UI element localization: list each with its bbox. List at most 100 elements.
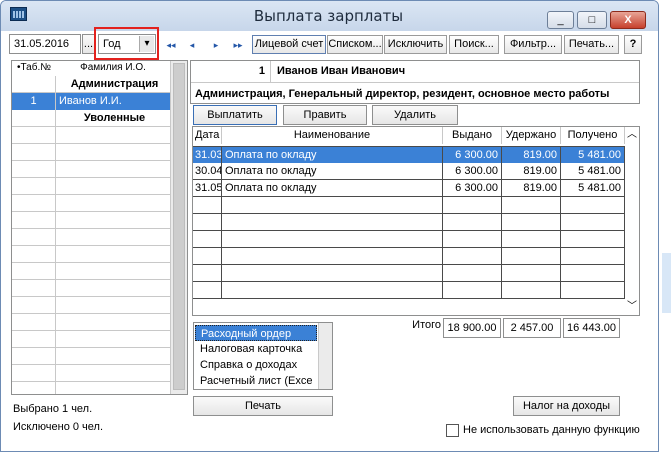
cell-date: 30.04	[195, 163, 222, 179]
cell-name: Оплата по окладу	[222, 180, 443, 196]
income-tax-button[interactable]: Налог на доходы	[513, 396, 620, 416]
empty-row	[193, 265, 625, 282]
group-label-admin: Администрация	[70, 78, 159, 90]
date-input[interactable]: 31.05.2016	[9, 34, 81, 54]
total-label: Итого	[412, 319, 441, 331]
close-button[interactable]: X	[610, 11, 646, 29]
table-row[interactable]: 31.03 Оплата по окладу 6 300.00 819.00 5…	[193, 146, 625, 163]
column-header-name[interactable]: Наименование	[222, 127, 443, 144]
empty-row	[12, 348, 170, 365]
list-item[interactable]: Налоговая карточка	[195, 341, 317, 357]
list-cell-tab: 1	[12, 93, 56, 110]
list-item-selected[interactable]: 1 Иванов И.И.	[12, 93, 170, 110]
employee-tab-number: 1	[191, 61, 271, 82]
cell-date: 31.03	[193, 147, 222, 163]
personal-account-button[interactable]: Лицевой счет	[252, 35, 326, 54]
empty-row	[12, 246, 170, 263]
list-group-row[interactable]: Уволенные	[12, 110, 170, 127]
empty-row	[12, 297, 170, 314]
report-list[interactable]: Расходный ордер Налоговая карточка Справ…	[193, 322, 333, 390]
background-strip	[659, 0, 671, 461]
exclude-button[interactable]: Исключить	[384, 35, 447, 54]
filter-button[interactable]: Фильтр...	[504, 35, 562, 54]
report-list-scrollbar[interactable]	[318, 323, 332, 389]
list-item[interactable]: Справка о доходах	[195, 357, 317, 373]
help-button[interactable]: ?	[624, 35, 642, 54]
chevron-up-icon[interactable]: ︿	[625, 127, 639, 144]
column-header-received[interactable]: Получено	[561, 127, 625, 144]
table-row[interactable]: 30.04 Оплата по окладу 6 300.00 819.00 5…	[193, 163, 625, 180]
column-header-name[interactable]: Фамилия И.О.	[56, 61, 170, 75]
payments-table[interactable]: Дата Наименование Выдано Удержано Получе…	[192, 126, 640, 316]
list-item[interactable]: Расходный ордер	[195, 325, 317, 341]
cell-received: 5 481.00	[561, 147, 625, 163]
total-received: 16 443.00	[563, 318, 620, 338]
first-record-icon[interactable]: ◂◂	[164, 37, 178, 53]
empty-row	[12, 161, 170, 178]
disable-checkbox[interactable]	[446, 424, 459, 437]
cell-name: Оплата по окладу	[222, 163, 443, 179]
empty-row	[193, 282, 625, 299]
list-item[interactable]: Расчетный лист (Exce	[195, 373, 317, 389]
last-record-icon[interactable]: ▸▸	[231, 37, 245, 53]
edit-button[interactable]: Править	[283, 105, 367, 125]
employee-card: 1 Иванов Иван Иванович Администрация, Ге…	[190, 60, 640, 104]
empty-row	[12, 212, 170, 229]
print-button[interactable]: Печать	[193, 396, 333, 416]
column-header-issued[interactable]: Выдано	[443, 127, 502, 144]
print-menu-button[interactable]: Печать...	[564, 35, 619, 54]
empty-row	[12, 331, 170, 348]
cell-issued: 6 300.00	[443, 180, 502, 196]
background-accent	[662, 253, 671, 313]
list-cell-name: Иванов И.И.	[56, 93, 170, 110]
list-cell-tab	[12, 76, 56, 93]
cell-date: 31.05	[195, 180, 222, 196]
total-issued: 18 900.00	[443, 318, 501, 338]
delete-button[interactable]: Удалить	[372, 105, 458, 125]
empty-row	[193, 214, 625, 231]
cell-withheld: 819.00	[502, 147, 561, 163]
list-cell-tab	[12, 110, 56, 127]
employee-header-row: 1 Иванов Иван Иванович	[191, 61, 639, 83]
cell-received: 5 481.00	[561, 163, 625, 179]
empty-row	[12, 382, 170, 394]
list-group-row[interactable]: Администрация	[12, 76, 170, 93]
next-record-icon[interactable]: ▸	[209, 37, 223, 53]
empty-row	[193, 231, 625, 248]
total-withheld: 2 457.00	[503, 318, 561, 338]
prev-record-icon[interactable]: ◂	[185, 37, 199, 53]
left-scrollbar[interactable]	[170, 61, 187, 394]
cell-issued: 6 300.00	[443, 163, 502, 179]
column-header-withheld[interactable]: Удержано	[502, 127, 561, 144]
maximize-button[interactable]: □	[577, 11, 607, 29]
empty-row	[12, 314, 170, 331]
cell-withheld: 819.00	[502, 163, 561, 179]
employee-details: Администрация, Генеральный директор, рез…	[195, 88, 610, 100]
cell-name: Оплата по окладу	[222, 147, 443, 163]
column-header-date[interactable]: Дата	[193, 127, 222, 144]
empty-row	[12, 178, 170, 195]
pay-button[interactable]: Выплатить	[193, 105, 277, 125]
employee-name: Иванов Иван Иванович	[277, 65, 406, 77]
table-row[interactable]: 31.05 Оплата по окладу 6 300.00 819.00 5…	[193, 180, 625, 197]
empty-row	[193, 248, 625, 265]
employee-list[interactable]: •Таб.№ Фамилия И.О. Администрация 1 Иван…	[11, 60, 188, 395]
minimize-button[interactable]: _	[547, 11, 574, 29]
cell-issued: 6 300.00	[443, 147, 502, 163]
empty-row	[12, 263, 170, 280]
chevron-down-icon[interactable]: ﹀	[625, 300, 639, 314]
selected-count: Выбрано 1 чел.	[13, 403, 93, 415]
list-button[interactable]: Списком...	[327, 35, 383, 54]
search-button[interactable]: Поиск...	[449, 35, 499, 54]
empty-row	[12, 229, 170, 246]
cell-received: 5 481.00	[561, 180, 625, 196]
empty-row	[12, 195, 170, 212]
group-label-fired: Уволенные	[83, 112, 146, 124]
empty-row	[12, 365, 170, 382]
highlight-box	[94, 27, 159, 60]
scrollbar-thumb[interactable]	[173, 63, 185, 390]
empty-row	[193, 197, 625, 214]
column-header-tab[interactable]: •Таб.№	[12, 61, 56, 75]
empty-row	[12, 127, 170, 144]
disable-checkbox-label: Не использовать данную функцию	[463, 424, 640, 436]
